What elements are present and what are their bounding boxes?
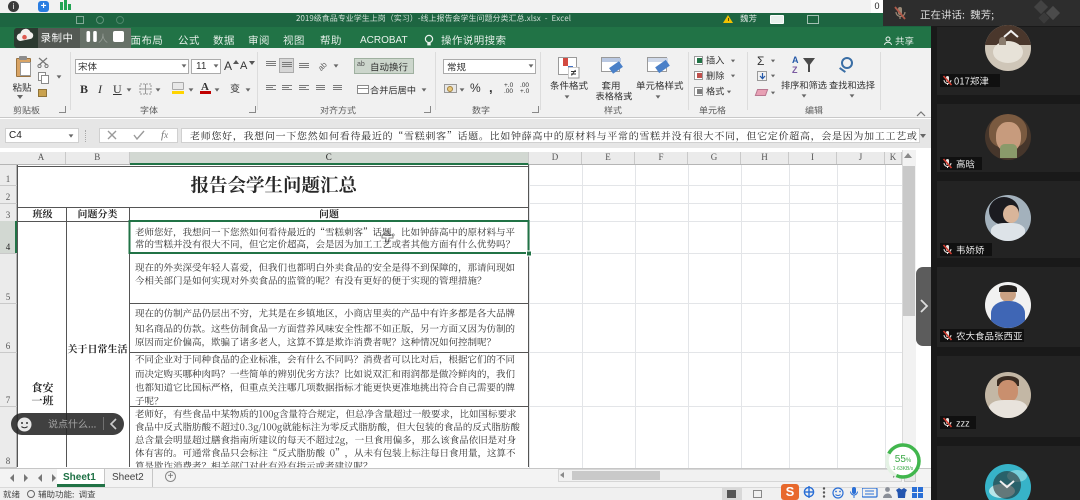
svg-text:1·63KB/s: 1·63KB/s xyxy=(893,466,914,472)
